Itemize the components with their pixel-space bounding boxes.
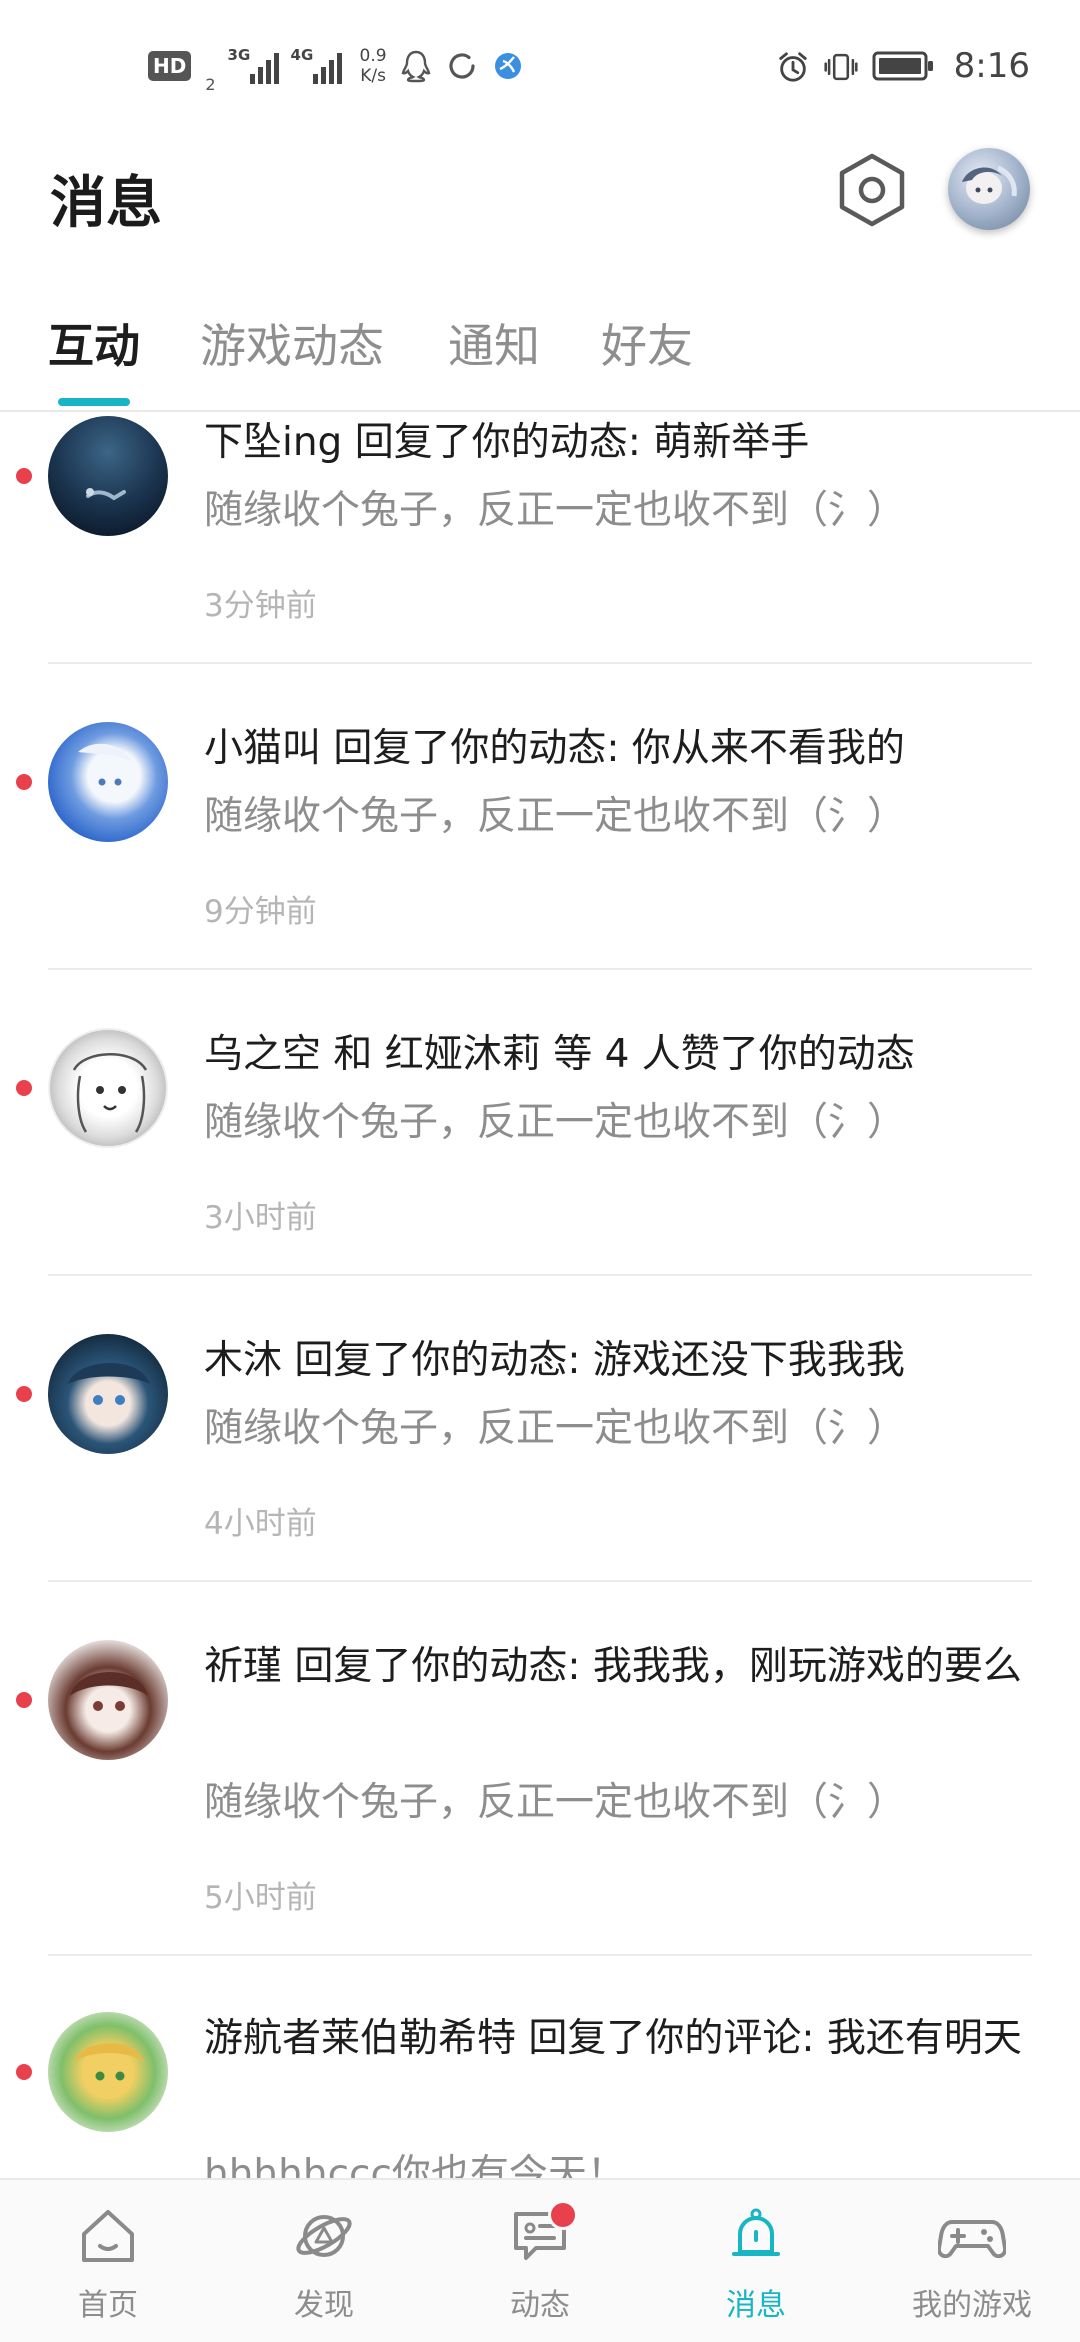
- alarm-clock-icon: [776, 49, 810, 83]
- page-header: 消息: [0, 130, 1080, 260]
- unread-dot: [16, 1692, 32, 1708]
- chat-icon: [506, 2200, 578, 2270]
- qq-penguin-icon: [399, 49, 433, 83]
- message-title: 小猫叫 回复了你的动态: 你从来不看我的: [204, 726, 905, 771]
- signal-3g-label: 3G: [227, 46, 251, 64]
- divider: [48, 1954, 1032, 1956]
- status-right-group: 8:16: [776, 38, 1030, 94]
- avatar[interactable]: [48, 1334, 168, 1454]
- message-time: 4小时前: [204, 1506, 317, 1542]
- nav-home[interactable]: 首页: [0, 2180, 216, 2342]
- tab-notifications[interactable]: 通知: [448, 310, 540, 376]
- message-preview: 随缘收个兔子，反正一定也收不到（氵）: [204, 1100, 907, 1145]
- nav-home-label: 首页: [78, 2288, 138, 2323]
- message-preview: 随缘收个兔子，反正一定也收不到（氵）: [204, 794, 907, 839]
- avatar[interactable]: [48, 416, 168, 536]
- status-time: 8:16: [953, 46, 1030, 86]
- settings-hexagon-icon: [839, 153, 905, 227]
- nav-discover[interactable]: 发现: [216, 2180, 432, 2342]
- gamepad-icon: [938, 2202, 1006, 2270]
- message-preview: hhhhhccc你也有今天！: [204, 2152, 626, 2178]
- avatar[interactable]: [48, 1028, 168, 1148]
- hd-sim-number: 2: [205, 75, 216, 94]
- user-avatar-image: [962, 165, 1017, 204]
- divider: [48, 662, 1032, 664]
- home-icon: [74, 2202, 142, 2270]
- nav-feed-label: 动态: [510, 2288, 570, 2323]
- network-speed-value: 0.9: [359, 46, 387, 66]
- planet-icon: [290, 2202, 358, 2270]
- sync-circle-icon: [445, 49, 479, 83]
- avatar[interactable]: [48, 722, 168, 842]
- bell-icon: [722, 2202, 790, 2270]
- battery-icon: [872, 50, 934, 82]
- unread-dot: [16, 1386, 32, 1402]
- hd-badge: HD: [148, 51, 192, 81]
- tab-bar: 互动 游戏动态 通知 好友: [0, 300, 1080, 412]
- message-item[interactable]: 乌之空 和 红娅沐莉 等 4 人赞了你的动态 随缘收个兔子，反正一定也收不到（氵…: [0, 1022, 1080, 1328]
- divider: [48, 1580, 1032, 1582]
- nav-messages[interactable]: 消息: [648, 2180, 864, 2342]
- message-title: 祈瑾 回复了你的动态: 我我我，刚玩游戏的要么: [204, 1644, 1022, 1689]
- tab-interaction[interactable]: 互动: [48, 310, 140, 376]
- avatar[interactable]: [48, 2012, 168, 2132]
- message-title: 木沐 回复了你的动态: 游戏还没下我我我: [204, 1338, 905, 1383]
- unread-dot: [16, 774, 32, 790]
- divider: [48, 968, 1032, 970]
- signal-4g-label: 4G: [290, 46, 314, 64]
- network-speed-unit: K/s: [360, 66, 386, 86]
- message-item[interactable]: 木沐 回复了你的动态: 游戏还没下我我我 随缘收个兔子，反正一定也收不到（氵） …: [0, 1328, 1080, 1634]
- nav-my-games[interactable]: 我的游戏: [864, 2180, 1080, 2342]
- message-preview: 随缘收个兔子，反正一定也收不到（氵）: [204, 1406, 907, 1451]
- message-list[interactable]: 下坠ing 回复了你的动态: 萌新举手 随缘收个兔子，反正一定也收不到（氵） 3…: [0, 410, 1080, 2178]
- message-time: 5小时前: [204, 1880, 317, 1916]
- page-title: 消息: [50, 171, 162, 236]
- message-item[interactable]: 下坠ing 回复了你的动态: 萌新举手 随缘收个兔子，反正一定也收不到（氵） 3…: [0, 410, 1080, 716]
- signal-3g-icon: 3G: [227, 46, 279, 84]
- nav-my-games-label: 我的游戏: [912, 2288, 1032, 2323]
- notification-badge: [548, 2200, 578, 2230]
- message-time: 3分钟前: [204, 588, 317, 624]
- unread-dot: [16, 468, 32, 484]
- status-left-group: HD 2 3G 4G 0.9 K/s: [148, 38, 525, 94]
- network-speed: 0.9 K/s: [360, 46, 387, 86]
- message-title: 游航者莱伯勒希特 回复了你的评论: 我还有明天: [204, 2016, 1022, 2061]
- bottom-navigation: 首页 发现 动态 消息 我的游戏: [0, 2178, 1080, 2342]
- message-title: 乌之空 和 红娅沐莉 等 4 人赞了你的动态: [204, 1032, 915, 1077]
- message-time: 3小时前: [204, 1200, 317, 1236]
- settings-button[interactable]: [834, 152, 910, 228]
- message-item[interactable]: 游航者莱伯勒希特 回复了你的评论: 我还有明天 hhhhhccc你也有今天！: [0, 2006, 1080, 2178]
- nav-feed[interactable]: 动态: [432, 2180, 648, 2342]
- unread-dot: [16, 1080, 32, 1096]
- tab-friends[interactable]: 好友: [601, 310, 693, 376]
- signal-4g-icon: 4G: [290, 46, 342, 84]
- message-item[interactable]: 祈瑾 回复了你的动态: 我我我，刚玩游戏的要么 随缘收个兔子，反正一定也收不到（…: [0, 1634, 1080, 2006]
- active-tab-indicator: [58, 398, 130, 406]
- divider: [48, 1274, 1032, 1276]
- vibrate-icon: [824, 49, 858, 83]
- user-avatar-button[interactable]: [948, 148, 1030, 230]
- message-time: 9分钟前: [204, 894, 317, 930]
- message-preview: 随缘收个兔子，反正一定也收不到（氵）: [204, 488, 907, 533]
- message-preview: 随缘收个兔子，反正一定也收不到（氵）: [204, 1780, 907, 1825]
- nav-messages-label: 消息: [726, 2288, 786, 2323]
- nav-discover-label: 发现: [294, 2288, 354, 2323]
- avatar[interactable]: [48, 1640, 168, 1760]
- status-bar: HD 2 3G 4G 0.9 K/s 8:16: [0, 0, 1080, 130]
- tab-game-updates[interactable]: 游戏动态: [200, 310, 384, 376]
- unread-dot: [16, 2064, 32, 2080]
- message-item[interactable]: 小猫叫 回复了你的动态: 你从来不看我的 随缘收个兔子，反正一定也收不到（氵） …: [0, 716, 1080, 1022]
- browser-app-icon: [491, 49, 525, 83]
- message-title: 下坠ing 回复了你的动态: 萌新举手: [204, 420, 810, 465]
